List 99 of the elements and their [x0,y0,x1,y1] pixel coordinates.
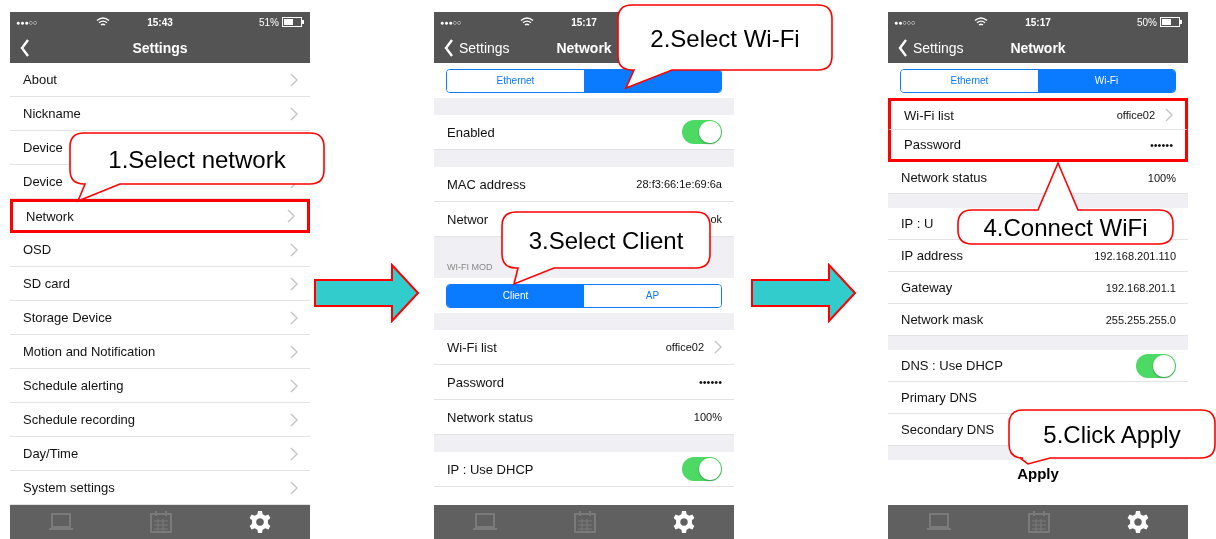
callout-text: 2.Select Wi-Fi [650,24,800,52]
row-label: Wi-Fi list [904,107,954,123]
wifi-icon [520,17,534,27]
calendar-icon[interactable] [573,510,597,534]
chevron-icon [290,446,298,461]
segment-tab[interactable]: Wi-Fi [1038,69,1175,92]
row-label: About [23,72,57,87]
chevron-icon [290,344,298,359]
callout-text: 1.Select network [108,145,286,173]
row-label: Nickname [23,106,81,121]
back-chevron-icon [20,38,30,57]
back-button[interactable] [20,38,30,57]
row-label: Storage Device [23,310,112,325]
row-value: •••••• [1149,138,1173,151]
gear-icon[interactable] [672,510,697,534]
chevron-icon [290,242,298,257]
row-label: Secondary DNS [901,422,995,437]
row-label: Network [26,208,74,224]
chevron-icon [1165,108,1173,122]
row-label: IP address [901,248,963,263]
row-label: Networ [447,211,489,227]
row-label: DNS : Use DHCP [901,358,1003,373]
row-label: Enabled [447,124,495,140]
highlighted-row[interactable]: Password •••••• [888,130,1188,162]
battery-icon [1160,17,1182,27]
status-time: 15:17 [1025,16,1051,28]
toggle-switch[interactable] [1136,353,1176,378]
status-time: 15:43 [147,16,173,28]
section-header: WI-FI MOD [447,262,493,272]
segment-tab[interactable]: Client [447,284,584,307]
row-label: Password [904,137,962,152]
chevron-icon [290,106,298,121]
row-label: Network status [901,170,987,185]
highlighted-row[interactable]: Wi-Fi list office02 [888,98,1188,130]
row-value: 255.255.255.0 [1105,313,1176,326]
row-label: Device [23,174,63,189]
row-label: Gateway [901,280,953,295]
row-value: 100% [693,411,722,423]
chevron-icon [287,209,295,223]
row-label: Wi-Fi list [447,339,497,355]
nav-title: Network [1010,39,1066,56]
back-chevron-icon [898,38,908,57]
status-time: 15:17 [571,16,597,28]
calendar-icon[interactable] [149,510,173,534]
nav-title: Settings [132,39,188,56]
wifi-icon [96,17,110,27]
chevron-icon [290,480,298,495]
row-label: Network mask [901,312,984,327]
laptop-icon[interactable] [925,512,952,532]
row-label: Device [23,140,63,155]
callout-text: 5.Click Apply [1043,421,1181,448]
back-button[interactable]: Settings [898,38,964,57]
chevron-icon [714,340,722,354]
row-label: Motion and Notification [23,344,156,359]
gear-icon[interactable] [248,510,273,534]
row-label: Schedule alerting [23,378,124,393]
row-label: OSD [23,242,52,257]
row-label: System settings [23,480,115,495]
battery-percent: 50% [1137,16,1157,28]
row-label: Network status [447,409,533,425]
row-value: ok [710,213,722,225]
row-value: 192.168.201.1 [1105,281,1176,294]
toggle-switch[interactable] [682,120,722,144]
row-value: •••••• [698,376,722,388]
row-label: MAC address [447,176,526,192]
callout-text: 3.Select Client [528,227,684,254]
battery-icon [282,17,304,27]
row-label: Primary DNS [901,390,977,405]
callout-text: 4.Connect WiFi [983,214,1148,241]
back-chevron-icon [444,38,454,57]
row-label: Day/Time [23,446,79,461]
row-value: office02 [665,341,704,353]
laptop-icon[interactable] [471,512,498,532]
right-arrow-icon [313,263,420,323]
wifi-icon [974,17,988,27]
row-value: 100% [1147,171,1176,184]
row-value: 28:f3:66:1e:69:6a [636,178,722,190]
chevron-icon [290,412,298,427]
nav-title: Network [556,39,612,56]
row-label: SD card [23,276,70,291]
row-value: 192.168.201.110 [1094,249,1176,262]
row-label: Password [447,374,505,390]
chevron-icon [290,310,298,325]
right-arrow-icon [750,263,857,323]
laptop-icon[interactable] [47,512,74,532]
calendar-icon[interactable] [1027,510,1051,534]
row-label: Schedule recording [23,412,136,427]
chevron-icon [290,276,298,291]
chevron-icon [290,378,298,393]
toggle-switch[interactable] [682,457,722,481]
highlighted-row[interactable]: Network [10,199,310,233]
back-button[interactable]: Settings [444,38,510,57]
chevron-icon [290,72,298,87]
battery-percent: 51% [259,16,279,28]
row-label: IP : Use DHCP [447,461,534,477]
row-value: office02 [1116,109,1155,121]
row-label: IP : U [901,216,934,231]
apply-button[interactable]: Apply [1017,465,1059,482]
gear-icon[interactable] [1126,510,1151,534]
